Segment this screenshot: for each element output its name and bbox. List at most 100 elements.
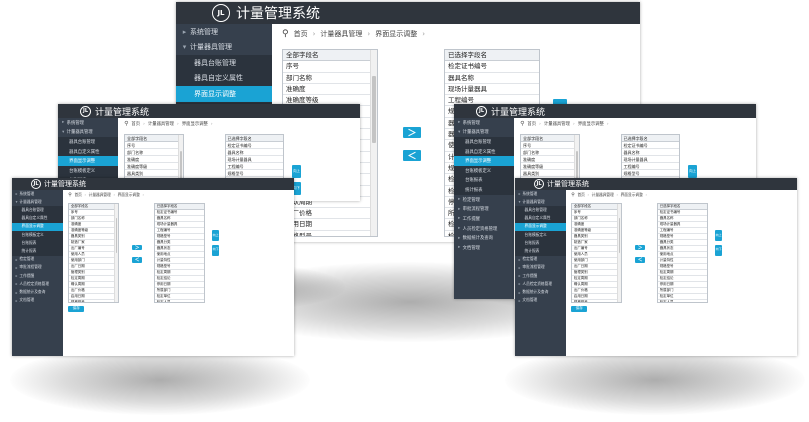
move-left-button[interactable]: ＜ [403,150,421,162]
list-item[interactable]: 规格型号 [69,300,114,302]
move-up-button[interactable]: 向上 [714,229,723,242]
list-item[interactable]: 部门名称 [283,73,370,84]
sidebar-item[interactable]: ▸审批流程管理 [515,264,566,272]
sidebar-item[interactable]: ▸ 系统管理 [454,118,514,128]
list-item[interactable]: 检定人员 [155,300,204,302]
save-button[interactable]: 保存 [571,305,588,312]
list-item[interactable]: 现场计量器具 [225,156,284,163]
sidebar-item[interactable]: ▸ 系统管理 [12,190,63,198]
move-right-button[interactable]: ＞ [132,244,142,251]
list-item[interactable]: 准确度 [521,156,575,163]
list-item[interactable]: 出厂价格 [283,208,370,220]
scrollbar-thumb[interactable] [116,217,118,254]
sidebar-item[interactable]: ▸文档管理 [454,243,514,253]
move-down-button[interactable]: 向下 [211,244,220,257]
sidebar-item[interactable]: 器具自定义属性 [515,214,566,223]
sidebar-item[interactable]: ▸ 系统管理 [176,24,272,40]
list-item[interactable]: 现场计量器具 [621,156,680,163]
selected-fields-list[interactable]: 已选择字段名检定证书编号器具名称现场计量器具工程编号规格型号器具分类器具状态使用… [154,203,206,303]
selected-fields-list[interactable]: 已选择字段名检定证书编号器具名称现场计量器具工程编号规格型号器具分类器具状态使用… [657,203,709,303]
list-item[interactable]: 序号 [283,61,370,73]
scrollbar[interactable] [370,50,377,236]
list-item[interactable]: 部门名称 [125,149,179,156]
sidebar-item[interactable]: 器具台账管理 [58,137,118,147]
list-item[interactable]: 器具名称 [445,73,539,84]
sidebar-item[interactable]: 台账模板定义 [58,166,118,176]
sidebar-item[interactable]: ▸文档管理 [515,297,566,305]
list-item[interactable]: 部门名称 [521,149,575,156]
sidebar-item[interactable]: 台账模板定义 [12,231,63,240]
list-item[interactable]: 规格型号 [283,231,370,236]
breadcrumb-item[interactable]: 首页 [131,121,140,127]
sidebar-item[interactable]: ▸数据统计及查询 [454,233,514,243]
list-item[interactable]: 准确度 [125,156,179,163]
breadcrumb-item[interactable]: 界面显示调整 [578,121,604,127]
sidebar-item[interactable]: ▸数据统计及查询 [515,288,566,296]
list-item[interactable]: 准确度 [283,84,370,96]
sidebar-item[interactable]: 台账报表 [515,239,566,248]
list-item[interactable]: 工程编号 [621,163,680,170]
sidebar-item[interactable]: 台账模板定义 [454,166,514,176]
sidebar-item[interactable]: 器具台账管理 [515,206,566,215]
sidebar-item[interactable]: ▸ 系统管理 [58,118,118,128]
sidebar-item[interactable]: ▾ 计量器具管理 [176,40,272,56]
move-up-button[interactable]: 向上 [292,164,301,179]
list-item[interactable]: 规格型号 [621,170,680,177]
list-item[interactable]: 序号 [521,142,575,149]
scrollbar[interactable] [617,204,622,302]
list-item[interactable]: 工程编号 [225,163,284,170]
save-button[interactable]: 保存 [68,305,85,312]
list-item[interactable]: 检定证书编号 [621,142,680,149]
move-up-button[interactable]: 向上 [688,164,697,179]
sidebar-item[interactable]: ▸ 系统管理 [515,190,566,198]
sidebar-item[interactable]: ▾ 计量器具管理 [515,198,566,206]
sidebar-item[interactable]: 台账模板定义 [515,231,566,240]
sidebar-item[interactable]: ▸工作提醒 [515,272,566,280]
sidebar-item[interactable]: 统计报表 [12,247,63,256]
breadcrumb-item[interactable]: 计量器具管理 [320,29,362,39]
breadcrumb-item[interactable]: 界面显示调整 [182,121,208,127]
breadcrumb-item[interactable]: 首页 [294,29,308,39]
sidebar-item[interactable]: 器具自定义属性 [176,70,272,86]
list-item[interactable]: 启用日期 [283,219,370,231]
move-right-button[interactable]: ＞ [403,127,421,139]
list-item[interactable]: 准确度等级 [521,163,575,170]
move-right-button[interactable]: ＞ [635,244,645,251]
breadcrumb-item[interactable]: 界面显示调整 [118,193,140,198]
all-fields-list[interactable]: 全部字段名序号部门名称准确度准确度等级器具类别制造厂家出厂编号使用人员使用部门出… [571,203,623,303]
list-item[interactable]: 准确度等级 [125,163,179,170]
sidebar-item[interactable]: ▸文档管理 [12,297,63,305]
breadcrumb-item[interactable]: 首页 [74,193,81,198]
sidebar-item[interactable]: 统计报表 [454,185,514,195]
sidebar-item[interactable]: ▸审批流程管理 [12,264,63,272]
sidebar-item[interactable]: ▸数据统计及查询 [12,288,63,296]
sidebar-item[interactable]: ▸审批流程管理 [454,204,514,214]
sidebar-item-active[interactable]: 界面显示调整 [58,156,118,167]
sidebar-item-active[interactable]: 界面显示调整 [176,86,272,102]
sidebar-item[interactable]: 统计报表 [515,247,566,256]
list-item[interactable]: 器具名称 [225,149,284,156]
sidebar-item-active[interactable]: 界面显示调整 [515,222,566,232]
sidebar-item[interactable]: ▸工作提醒 [454,214,514,224]
move-left-button[interactable]: ＜ [635,256,645,263]
scrollbar[interactable] [114,204,119,302]
sidebar-item[interactable]: ▸人员检定资格管理 [515,280,566,288]
sidebar-item[interactable]: ▸检定管理 [515,256,566,264]
sidebar-item[interactable]: 器具自定义属性 [12,214,63,223]
sidebar-item[interactable]: 器具自定义属性 [58,146,118,157]
breadcrumb-item[interactable]: 计量器具管理 [148,121,174,127]
sidebar-item[interactable]: ▾ 计量器具管理 [58,128,118,138]
sidebar-item[interactable]: 器具自定义属性 [454,146,514,157]
sidebar-item-active[interactable]: 界面显示调整 [12,222,63,232]
sidebar-item[interactable]: ▸工作提醒 [12,272,63,280]
sidebar-item[interactable]: ▾ 计量器具管理 [12,198,63,206]
breadcrumb-item[interactable]: 界面显示调整 [621,193,643,198]
sidebar-item[interactable]: 器具台账管理 [176,55,272,71]
move-up-button[interactable]: 向上 [211,229,220,242]
list-item[interactable]: 器具类别 [125,170,179,177]
sidebar-item[interactable]: ▸检定管理 [12,256,63,264]
sidebar-item[interactable]: 台账报表 [454,175,514,186]
list-item[interactable]: 规格型号 [225,170,284,177]
sidebar-item[interactable]: 器具台账管理 [454,137,514,147]
sidebar-item[interactable]: ▸检定管理 [454,195,514,205]
